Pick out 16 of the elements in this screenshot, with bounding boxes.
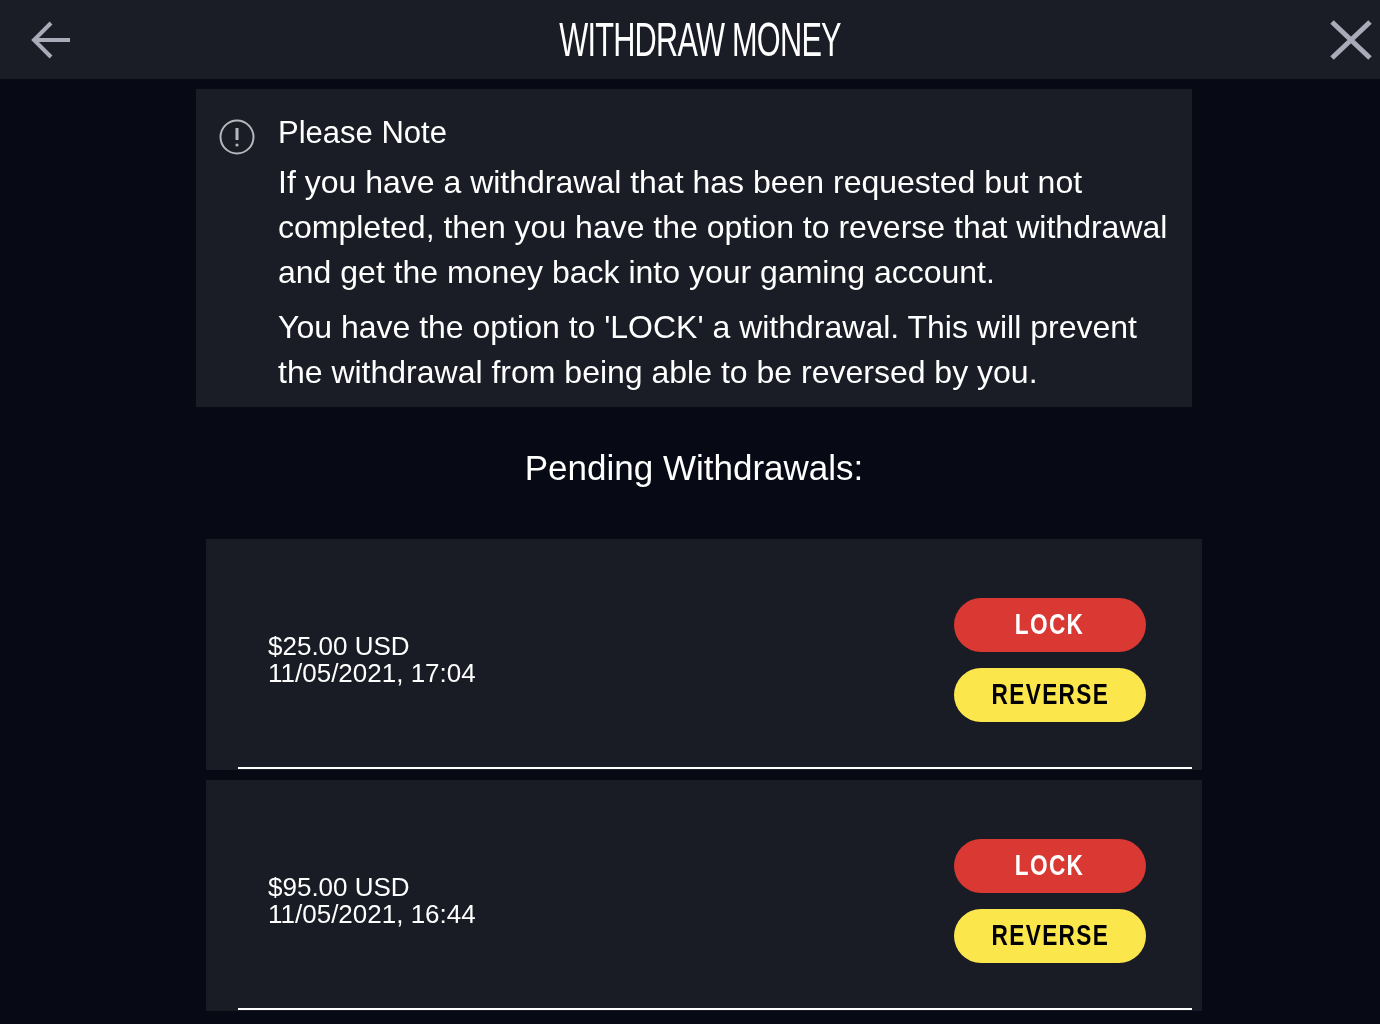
withdrawal-date: 11/05/2021, 17:04	[268, 660, 476, 687]
lock-button[interactable]: LOCK	[954, 598, 1146, 652]
lock-button[interactable]: LOCK	[954, 839, 1146, 893]
withdrawal-amount: $95.00 USD	[268, 874, 411, 901]
note-title: Please Note	[278, 114, 448, 152]
withdrawal-date: 11/05/2021, 16:44	[268, 901, 476, 928]
section-heading: Pending Withdrawals:	[524, 447, 864, 489]
reverse-button[interactable]: REVERSE	[954, 909, 1146, 963]
close-icon[interactable]	[1330, 19, 1372, 60]
withdrawal-amount: $25.00 USD	[268, 633, 411, 660]
reverse-button[interactable]: REVERSE	[954, 668, 1146, 722]
back-arrow-icon[interactable]	[30, 20, 70, 59]
note-paragraph: If you have a withdrawal that has been requested but not completed, then you have the option to reverse that withdrawal and get the money back into your gaming account.	[278, 163, 1169, 292]
alert-circle-icon	[219, 119, 255, 155]
page-title: WITHDRAW MONEY	[559, 15, 841, 64]
note-paragraph: You have the option to 'LOCK' a withdrawal. This will prevent the withdrawal from being able to be reversed by you.	[278, 308, 1138, 392]
